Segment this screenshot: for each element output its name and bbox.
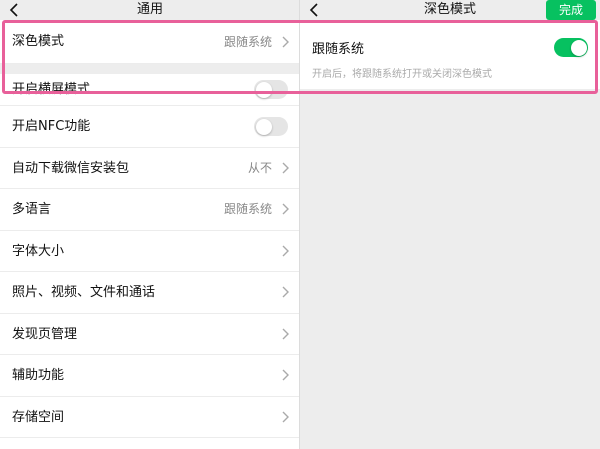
settings-row-auto-download[interactable]: 自动下载微信安装包 从不	[0, 147, 300, 189]
section-gap	[0, 64, 300, 74]
settings-list: 深色模式 跟随系统 开启横屏模式 开启NFC功能 自动下载微信安装包 从不 多语…	[0, 20, 300, 438]
chevron-right-icon	[282, 369, 289, 381]
row-label: 存储空间	[12, 409, 65, 425]
chevron-right-icon	[282, 286, 289, 298]
chevron-right-icon	[282, 203, 289, 215]
chevron-right-icon	[282, 411, 289, 422]
settings-row-dark-mode[interactable]: 深色模式 跟随系统	[0, 20, 300, 64]
landscape-toggle[interactable]	[254, 80, 288, 99]
row-value: 跟随系统	[223, 35, 272, 49]
chevron-right-icon	[282, 328, 289, 339]
general-settings-panel: 通用 深色模式 跟随系统 开启横屏模式 开启NFC功能 自动下载微信安装包 从不	[0, 0, 300, 449]
settings-row-landscape[interactable]: 开启横屏模式	[0, 74, 300, 106]
right-nav-bar: 深色模式 完成	[300, 0, 600, 20]
nfc-toggle[interactable]	[254, 117, 288, 136]
follow-system-description: 开启后，将跟随系统打开或关闭深色模式	[312, 69, 492, 80]
settings-row-nfc[interactable]: 开启NFC功能	[0, 106, 300, 148]
settings-row-storage[interactable]: 存储空间	[0, 396, 300, 438]
follow-system-label: 跟随系统	[312, 42, 365, 57]
settings-row-media[interactable]: 照片、视频、文件和通话	[0, 272, 300, 314]
row-value: 跟随系统	[223, 202, 272, 216]
toggle-knob	[570, 39, 587, 56]
row-label: 多语言	[12, 202, 52, 217]
done-button[interactable]: 完成	[546, 0, 596, 20]
row-label: 开启横屏模式	[12, 82, 91, 97]
toggle-knob	[255, 81, 272, 98]
row-label: 深色模式	[12, 34, 65, 49]
row-label: 自动下载微信安装包	[12, 160, 130, 176]
settings-row-accessibility[interactable]: 辅助功能	[0, 355, 300, 397]
row-label: 开启NFC功能	[12, 119, 91, 134]
row-value: 从不	[247, 160, 272, 175]
chevron-right-icon	[282, 245, 289, 256]
left-nav-bar: 通用	[0, 0, 300, 20]
row-label: 照片、视频、文件和通话	[12, 285, 156, 300]
toggle-knob	[255, 118, 272, 135]
row-label: 字体大小	[12, 243, 65, 259]
follow-system-card: 跟随系统 开启后，将跟随系统打开或关闭深色模式	[300, 20, 600, 89]
settings-row-font-size[interactable]: 字体大小	[0, 230, 300, 272]
chevron-right-icon	[282, 162, 289, 173]
row-label: 辅助功能	[12, 368, 65, 383]
page-title: 通用	[136, 2, 163, 17]
settings-row-language[interactable]: 多语言 跟随系统	[0, 189, 300, 231]
row-label: 发现页管理	[12, 326, 78, 342]
settings-row-discover[interactable]: 发现页管理	[0, 313, 300, 355]
dark-mode-panel: 深色模式 完成 跟随系统 开启后，将跟随系统打开或关闭深色模式	[300, 0, 600, 449]
follow-system-toggle[interactable]	[554, 38, 588, 57]
chevron-right-icon	[282, 36, 289, 48]
